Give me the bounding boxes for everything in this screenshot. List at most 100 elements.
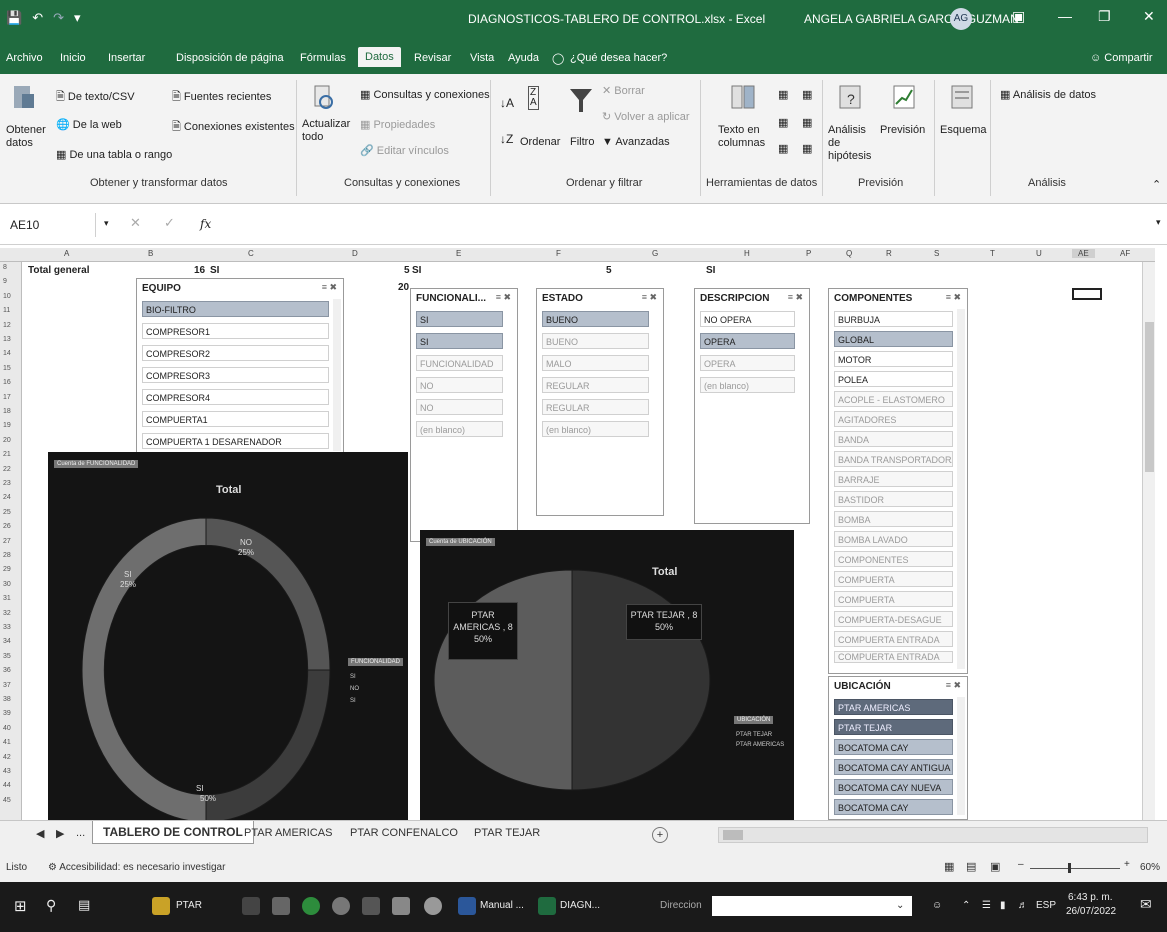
row-header[interactable]: 35 (3, 653, 11, 660)
tray-expand-icon[interactable]: ⌃ (962, 900, 970, 911)
fx-icon[interactable]: fx (200, 217, 211, 231)
app-icon[interactable] (242, 897, 260, 915)
network-icon[interactable]: ☰ (982, 900, 991, 911)
slicer-item[interactable]: (en blanco) (542, 421, 649, 437)
volver-aplicar-button[interactable]: ↻ Volver a aplicar (602, 110, 690, 123)
slicer-item[interactable]: BIO-FILTRO (142, 301, 329, 317)
de-la-web-button[interactable]: 🌐 De la web (56, 118, 122, 131)
tab-archivo[interactable]: Archivo (6, 52, 43, 64)
zoom-level[interactable]: 60% (1140, 862, 1160, 873)
excel-icon[interactable] (538, 897, 556, 915)
slicer-item[interactable]: ACOPLE - ELASTOMERO (834, 391, 953, 407)
clock-time[interactable]: 6:43 p. m. (1068, 892, 1112, 903)
row-header[interactable]: 38 (3, 696, 11, 703)
chrome-icon[interactable] (332, 897, 350, 915)
row-header[interactable]: 22 (3, 466, 11, 473)
zoom-slider[interactable] (1030, 863, 1120, 873)
namebox-dropdown-icon[interactable]: ▾ (104, 218, 109, 229)
search-icon[interactable]: ⚲ (46, 897, 56, 914)
slicer-item[interactable]: COMPUERTA ENTRADA (834, 651, 953, 663)
slicer-item[interactable]: COMPUERTA (834, 571, 953, 587)
slicer-item[interactable]: BANDA (834, 431, 953, 447)
row-header[interactable]: 27 (3, 538, 11, 545)
save-icon[interactable]: 💾 (6, 10, 22, 26)
multiselect-filter-icon[interactable]: ≡ ✖ (788, 292, 803, 303)
name-box[interactable]: AE10 (6, 213, 96, 237)
slicer-item[interactable]: MOTOR (834, 351, 953, 367)
language-indicator[interactable]: ESP (1036, 900, 1056, 911)
filter-icon[interactable] (568, 86, 594, 116)
col-header[interactable]: A (64, 249, 69, 258)
slicer-item[interactable]: BOCATOMA CAY (834, 739, 953, 755)
slicer-item[interactable]: (en blanco) (416, 421, 503, 437)
cell-value[interactable]: SI (412, 265, 421, 276)
consultas-conexiones-button[interactable]: ▦ Consultas y conexiones (360, 88, 490, 101)
col-header[interactable]: S (934, 249, 939, 258)
col-header-selected[interactable]: AE (1072, 249, 1095, 258)
ribbon-display-icon[interactable]: ▣ (1012, 8, 1025, 25)
row-header[interactable]: 19 (3, 422, 11, 429)
sort-dialog-icon[interactable]: ZA (528, 86, 539, 110)
horizontal-scrollbar[interactable] (718, 827, 1148, 843)
slicer-item[interactable]: POLEA (834, 371, 953, 387)
slicer-item[interactable]: FUNCIONALIDAD (416, 355, 503, 371)
col-header[interactable]: C (248, 249, 254, 258)
cell-value[interactable]: 16 (194, 265, 205, 276)
slicer-item[interactable]: OPERA (700, 333, 795, 349)
data-model-icon[interactable]: ▦ (802, 142, 812, 155)
formula-input[interactable] (220, 213, 1150, 237)
add-sheet-button[interactable]: + (652, 827, 668, 843)
sort-az-icon[interactable]: ↓A (500, 96, 514, 110)
slicer-item[interactable]: AGITADORES (834, 411, 953, 427)
cell-total-general[interactable]: Total general (28, 265, 90, 276)
row-header[interactable]: 41 (3, 739, 11, 746)
collapse-ribbon-icon[interactable]: ⌃ (1152, 178, 1161, 191)
sheet-tab-ptar-tejar[interactable]: PTAR TEJAR (474, 827, 540, 839)
col-header[interactable]: T (990, 249, 995, 258)
slicer-item[interactable]: COMPRESOR1 (142, 323, 329, 339)
cell-value[interactable]: 20 (398, 282, 409, 293)
row-header[interactable]: 9 (3, 278, 7, 285)
slicer-item[interactable]: SI (416, 333, 503, 349)
row-header[interactable]: 29 (3, 566, 11, 573)
accessibility-status[interactable]: ⚙ Accesibilidad: es necesario investigar (48, 862, 225, 873)
row-header[interactable]: 45 (3, 797, 11, 804)
borrar-button[interactable]: ✕ Borrar (602, 84, 645, 97)
row-header[interactable]: 36 (3, 667, 11, 674)
de-tabla-button[interactable]: ▦ De una tabla o rango (56, 148, 172, 161)
vertical-scrollbar[interactable] (1142, 262, 1155, 820)
sheet-tab-ptar-americas[interactable]: PTAR AMERICAS (244, 827, 332, 839)
multiselect-filter-icon[interactable]: ≡ ✖ (496, 292, 511, 303)
taskbar-ptar[interactable]: PTAR (176, 900, 202, 911)
tabs-ellipsis[interactable]: ... (76, 827, 85, 839)
sheet-tab-ptar-confenalco[interactable]: PTAR CONFENALCO (350, 827, 458, 839)
texto-columnas-button[interactable]: Texto en columnas (718, 84, 772, 164)
slicer-item[interactable]: BOCATOMA CAY NUEVA (834, 779, 953, 795)
volume-icon[interactable]: ♬ (1018, 900, 1028, 911)
zoom-in-icon[interactable]: + (1124, 859, 1130, 870)
row-header[interactable]: 14 (3, 350, 11, 357)
customize-qa-icon[interactable]: ▾ (74, 10, 81, 26)
consolidate-icon[interactable]: ▦ (802, 88, 812, 101)
slicer-item[interactable]: REGULAR (542, 377, 649, 393)
page-layout-icon[interactable]: ▤ (966, 860, 976, 873)
enter-icon[interactable]: ✓ (164, 215, 175, 231)
flash-fill-icon[interactable]: ▦ (778, 88, 788, 101)
restore-icon[interactable]: ❐ (1098, 8, 1111, 25)
page-break-icon[interactable]: ▣ (990, 860, 1000, 873)
slicer-item[interactable]: COMPUERTA-DESAGUE (834, 611, 953, 627)
row-header[interactable]: 15 (3, 365, 11, 372)
avanzadas-button[interactable]: ▼ Avanzadas (602, 136, 670, 148)
obtener-datos-button[interactable]: Obtener datos (6, 82, 46, 162)
app-icon[interactable] (392, 897, 410, 915)
expand-formula-icon[interactable]: ▾ (1156, 217, 1161, 228)
pie-slice[interactable] (571, 569, 711, 791)
zoom-out-icon[interactable]: – (1018, 859, 1024, 870)
slicer-item[interactable]: BOCATOMA CAY ANTIGUA (834, 759, 953, 775)
row-header[interactable]: 21 (3, 451, 11, 458)
col-header[interactable]: AF (1120, 249, 1130, 258)
slicer-item[interactable]: SI (416, 311, 503, 327)
windows-start-icon[interactable]: ⊞ (14, 897, 27, 915)
people-icon[interactable]: ☺ (932, 900, 942, 911)
row-header[interactable]: 17 (3, 394, 11, 401)
